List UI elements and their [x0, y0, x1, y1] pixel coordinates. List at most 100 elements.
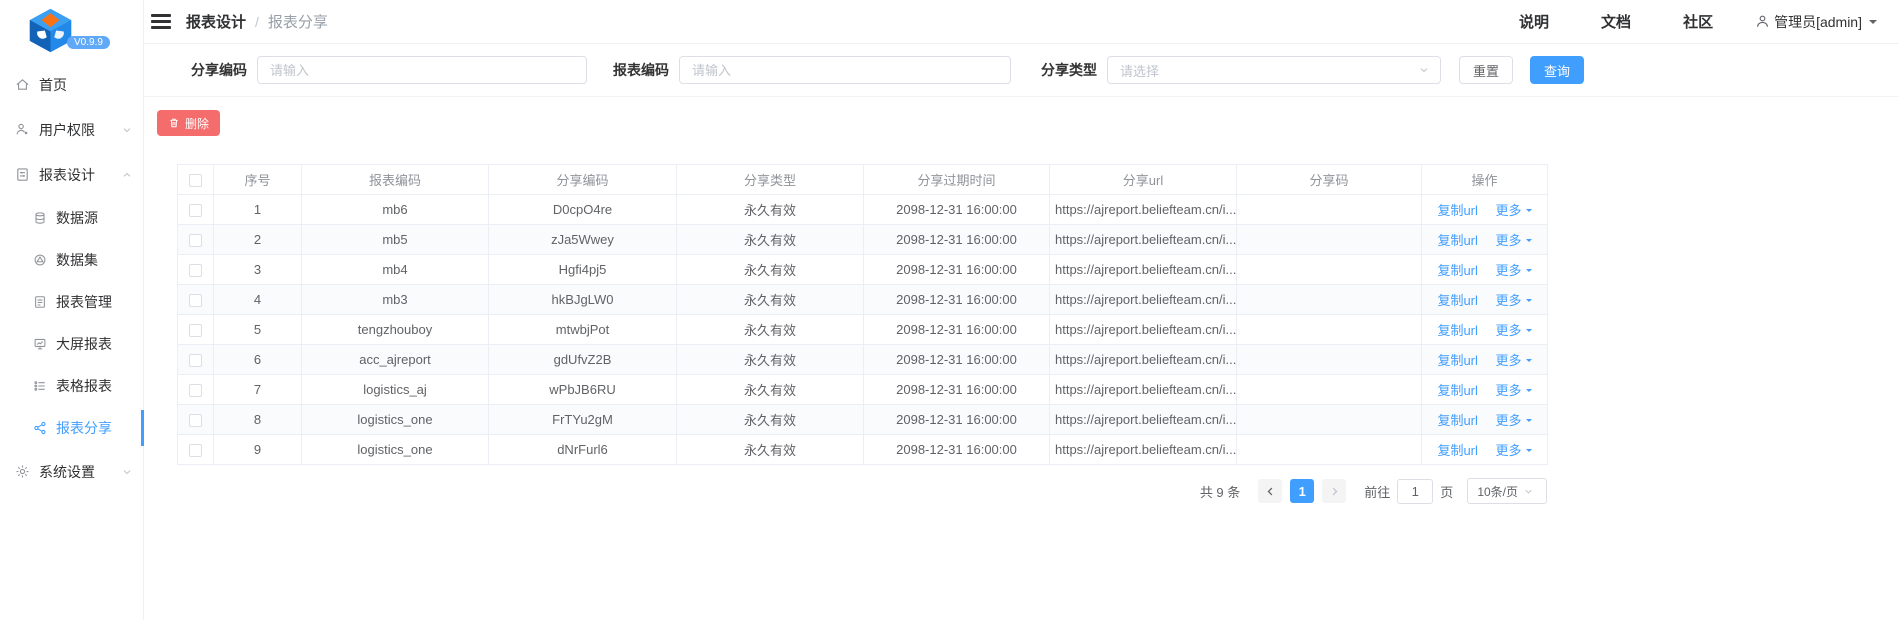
- cell-share-type: 永久有效: [677, 285, 864, 315]
- copy-url-link[interactable]: 复制url: [1437, 233, 1477, 248]
- cell-operations: 复制url 更多: [1422, 405, 1548, 435]
- copy-url-link[interactable]: 复制url: [1437, 413, 1477, 428]
- table-header-row: 序号 报表编码 分享编码 分享类型 分享过期时间 分享url 分享码 操作: [178, 165, 1548, 195]
- copy-url-link[interactable]: 复制url: [1437, 293, 1477, 308]
- copy-url-link[interactable]: 复制url: [1437, 383, 1477, 398]
- cell-share-url: https://ajreport.beliefteam.cn/i...: [1050, 195, 1237, 225]
- more-dropdown[interactable]: 更多: [1496, 230, 1532, 249]
- table-row: 4 mb3 hkBJgLW0 永久有效 2098-12-31 16:00:00 …: [178, 285, 1548, 315]
- user-permissions-icon: [15, 122, 30, 137]
- copy-url-link[interactable]: 复制url: [1437, 353, 1477, 368]
- select-all-checkbox[interactable]: [189, 174, 202, 187]
- sidebar-item-report-design[interactable]: 报表设计: [0, 152, 143, 197]
- row-checkbox[interactable]: [189, 444, 202, 457]
- caret-down-icon: [1869, 20, 1877, 28]
- sidebar-item-system-settings[interactable]: 系统设置: [0, 449, 143, 494]
- cell-index: 2: [214, 225, 302, 255]
- share-type-label: 分享类型: [1041, 60, 1097, 80]
- topbar-link-community[interactable]: 社区: [1683, 11, 1713, 32]
- sidebar-item-bigscreen-report[interactable]: 大屏报表: [0, 323, 143, 365]
- cell-expire-time: 2098-12-31 16:00:00: [864, 405, 1050, 435]
- more-dropdown[interactable]: 更多: [1496, 290, 1532, 309]
- sidebar-item-label: 表格报表: [56, 376, 112, 396]
- list-icon: [33, 379, 47, 393]
- topbar-link-docs[interactable]: 文档: [1601, 11, 1631, 32]
- report-code-input[interactable]: [679, 56, 1011, 84]
- more-dropdown[interactable]: 更多: [1496, 380, 1532, 399]
- share-type-select[interactable]: 请选择: [1107, 56, 1441, 84]
- cell-share-password: [1237, 435, 1422, 465]
- row-checkbox[interactable]: [189, 324, 202, 337]
- pagination-total: 共 9 条: [1200, 482, 1240, 501]
- sidebar-item-user-permissions[interactable]: 用户权限: [0, 107, 143, 152]
- cell-expire-time: 2098-12-31 16:00:00: [864, 375, 1050, 405]
- next-page-button[interactable]: [1322, 479, 1346, 503]
- logo-area: V0.9.9: [0, 0, 143, 58]
- query-button[interactable]: 查询: [1530, 56, 1584, 84]
- cell-report-code: mb6: [302, 195, 489, 225]
- cell-operations: 复制url 更多: [1422, 345, 1548, 375]
- cell-expire-time: 2098-12-31 16:00:00: [864, 435, 1050, 465]
- more-dropdown[interactable]: 更多: [1496, 440, 1532, 459]
- cell-share-code: wPbJB6RU: [489, 375, 677, 405]
- cell-share-type: 永久有效: [677, 405, 864, 435]
- cell-operations: 复制url 更多: [1422, 255, 1548, 285]
- cell-share-url: https://ajreport.beliefteam.cn/i...: [1050, 285, 1237, 315]
- topbar-right: 说明 文档 社区 管理员[admin]: [1467, 11, 1877, 32]
- chevron-down-icon: [1523, 486, 1534, 497]
- goto-page-input[interactable]: [1397, 479, 1433, 504]
- more-dropdown[interactable]: 更多: [1496, 260, 1532, 279]
- cell-operations: 复制url 更多: [1422, 375, 1548, 405]
- sidebar-item-dataset[interactable]: 数据集: [0, 239, 143, 281]
- table-row: 8 logistics_one FrTYu2gM 永久有效 2098-12-31…: [178, 405, 1548, 435]
- cell-report-code: mb4: [302, 255, 489, 285]
- row-checkbox[interactable]: [189, 294, 202, 307]
- row-checkbox[interactable]: [189, 414, 202, 427]
- copy-url-link[interactable]: 复制url: [1437, 443, 1477, 458]
- row-checkbox[interactable]: [189, 204, 202, 217]
- sidebar-item-data-source[interactable]: 数据源: [0, 197, 143, 239]
- row-checkbox[interactable]: [189, 384, 202, 397]
- hamburger-menu-icon[interactable]: [151, 11, 171, 33]
- cell-share-url: https://ajreport.beliefteam.cn/i...: [1050, 345, 1237, 375]
- sidebar-item-label: 首页: [39, 75, 67, 95]
- more-dropdown[interactable]: 更多: [1496, 350, 1532, 369]
- more-dropdown[interactable]: 更多: [1496, 320, 1532, 339]
- report-management-icon: [33, 295, 47, 309]
- cell-expire-time: 2098-12-31 16:00:00: [864, 285, 1050, 315]
- page-number-button[interactable]: 1: [1290, 479, 1314, 503]
- sidebar-item-report-management[interactable]: 报表管理: [0, 281, 143, 323]
- sidebar-item-label: 用户权限: [39, 120, 95, 140]
- chevron-down-icon: [121, 124, 133, 136]
- cell-share-code: Hgfi4pj5: [489, 255, 677, 285]
- row-checkbox[interactable]: [189, 234, 202, 247]
- more-dropdown[interactable]: 更多: [1496, 200, 1532, 219]
- table-row: 7 logistics_aj wPbJB6RU 永久有效 2098-12-31 …: [178, 375, 1548, 405]
- copy-url-link[interactable]: 复制url: [1437, 203, 1477, 218]
- topbar-link-help[interactable]: 说明: [1519, 11, 1549, 32]
- topbar: 报表设计 / 报表分享 说明 文档 社区 管理员[admin]: [144, 0, 1899, 44]
- cell-share-url: https://ajreport.beliefteam.cn/i...: [1050, 315, 1237, 345]
- table-body: 1 mb6 D0cpO4re 永久有效 2098-12-31 16:00:00 …: [178, 195, 1548, 465]
- user-menu[interactable]: 管理员[admin]: [1755, 12, 1877, 32]
- search-form: 分享编码 报表编码 分享类型 请选择 重置 查询: [144, 44, 1899, 97]
- delete-button[interactable]: 删除: [157, 110, 220, 136]
- row-checkbox[interactable]: [189, 354, 202, 367]
- prev-page-button[interactable]: [1258, 479, 1282, 503]
- share-code-input[interactable]: [257, 56, 587, 84]
- caret-down-icon: [1526, 209, 1532, 215]
- sidebar-item-home[interactable]: 首页: [0, 62, 143, 107]
- sidebar-item-label: 报表管理: [56, 292, 112, 312]
- row-checkbox[interactable]: [189, 264, 202, 277]
- dataset-icon: [33, 253, 47, 267]
- home-icon: [15, 77, 30, 92]
- copy-url-link[interactable]: 复制url: [1437, 263, 1477, 278]
- cell-share-url: https://ajreport.beliefteam.cn/i...: [1050, 405, 1237, 435]
- sidebar-item-report-share[interactable]: 报表分享: [0, 407, 143, 449]
- reset-button[interactable]: 重置: [1459, 56, 1513, 84]
- caret-down-icon: [1526, 269, 1532, 275]
- more-dropdown[interactable]: 更多: [1496, 410, 1532, 429]
- copy-url-link[interactable]: 复制url: [1437, 323, 1477, 338]
- page-size-select[interactable]: 10条/页: [1467, 478, 1547, 504]
- sidebar-item-table-report[interactable]: 表格报表: [0, 365, 143, 407]
